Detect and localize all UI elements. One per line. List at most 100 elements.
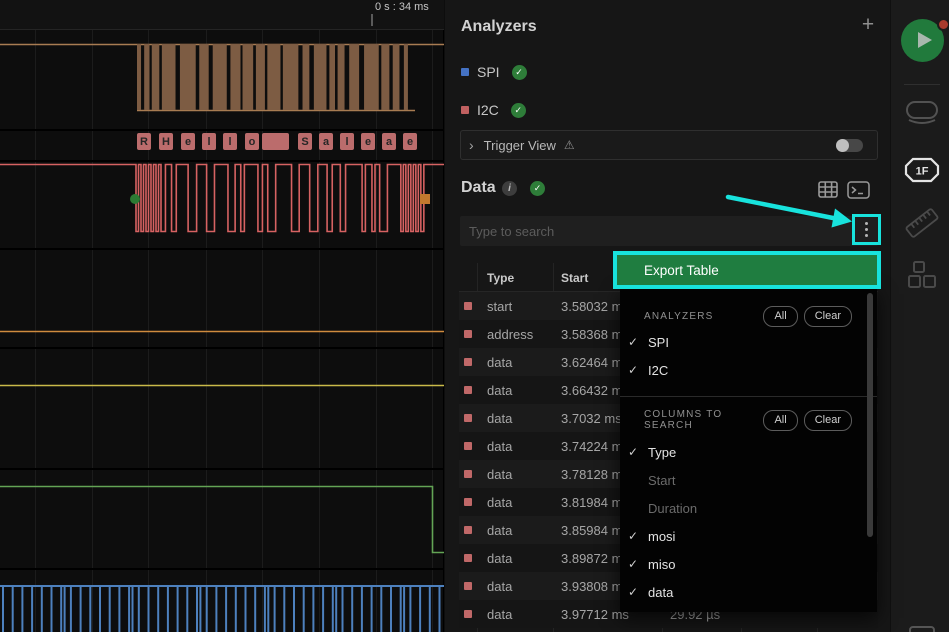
i2c-byte-label: a xyxy=(382,133,396,150)
feedback-chat-icon[interactable] xyxy=(902,618,942,632)
measure-ruler-icon[interactable] xyxy=(902,205,942,241)
data-section-title: Data xyxy=(461,179,496,197)
analyzers-clear-button[interactable]: Clear xyxy=(804,306,852,327)
i2c-frame-icon xyxy=(464,610,472,618)
analyzer-ok-check-icon: ✓ xyxy=(511,103,526,118)
column-header-type[interactable]: Type xyxy=(487,271,514,285)
i2c-frame-icon xyxy=(464,470,472,478)
record-badge xyxy=(937,18,949,31)
i2c-byte-label: a xyxy=(319,133,333,150)
i2c-frame-icon xyxy=(464,498,472,506)
i2c-byte-label: o xyxy=(245,133,259,150)
timeline-ruler[interactable]: 0 s : 34 ms xyxy=(0,0,444,30)
columns-clear-button[interactable]: Clear xyxy=(804,410,852,431)
cell-type: data xyxy=(487,383,512,398)
svg-text:1F: 1F xyxy=(916,166,929,178)
export-table-label: Export Table xyxy=(644,263,719,278)
analyzer-row[interactable]: I2C ✓ xyxy=(461,101,526,119)
cell-start: 3.85984 ms xyxy=(561,523,629,538)
trigger-view-panel[interactable]: › Trigger View ⚠ xyxy=(460,130,878,160)
check-icon: ✓ xyxy=(628,335,648,349)
i2c-byte-label: e xyxy=(181,133,195,150)
analyzer-row[interactable]: SPI ✓ xyxy=(461,63,527,81)
cell-type: data xyxy=(487,467,512,482)
menu-item-label: data xyxy=(648,585,673,600)
menu-item-column[interactable]: ✓ data xyxy=(620,578,877,606)
analyzer-color-swatch xyxy=(461,68,469,76)
cell-start: 3.78128 ms xyxy=(561,467,629,482)
columns-all-button[interactable]: All xyxy=(763,410,797,431)
analyzers-title: Analyzers xyxy=(461,18,537,36)
menu-item-column[interactable]: ✓ Start xyxy=(620,466,877,494)
menu-scrollbar[interactable] xyxy=(867,293,873,537)
play-icon xyxy=(918,32,932,48)
device-icon[interactable] xyxy=(902,95,942,131)
cell-type: data xyxy=(487,579,512,594)
cell-start: 3.58368 ms xyxy=(561,327,629,342)
cell-start: 3.58032 ms xyxy=(561,299,629,314)
chevron-right-icon[interactable]: › xyxy=(469,137,474,153)
check-icon: ✓ xyxy=(628,557,648,571)
table-grid-icon[interactable] xyxy=(818,181,838,203)
data-ok-check-icon: ✓ xyxy=(530,181,545,196)
i2c-byte-label: H xyxy=(159,133,173,150)
waveform-viewport[interactable]: 0 s : 34 ms RHelloSaleae xyxy=(0,0,444,632)
cell-type: data xyxy=(487,439,512,454)
frame-1f-icon[interactable]: 1F xyxy=(902,152,942,188)
menu-item-column[interactable]: ✓ mosi xyxy=(620,522,877,550)
cell-start: 3.66432 ms xyxy=(561,383,629,398)
menu-item-analyzer[interactable]: ✓ SPI xyxy=(620,328,877,356)
analyzer-name: I2C xyxy=(477,102,499,118)
check-icon: ✓ xyxy=(628,363,648,377)
i2c-byte-label xyxy=(262,133,289,150)
columns-filter-header: COLUMNS TO SEARCH All Clear xyxy=(620,406,877,434)
analyzer-start-marker xyxy=(130,194,140,204)
table-options-menu: ANALYZERS All Clear ✓ SPI ✓ I2C COLUMNS … xyxy=(620,288,877,612)
i2c-frame-icon xyxy=(464,386,472,394)
analyzers-all-button[interactable]: All xyxy=(763,306,797,327)
i2c-frame-icon xyxy=(464,302,472,310)
waveform-canvas xyxy=(0,0,444,632)
menu-item-column[interactable]: ✓ miso xyxy=(620,550,877,578)
cell-start: 3.62464 ms xyxy=(561,355,629,370)
cell-type: data xyxy=(487,495,512,510)
column-header-start[interactable]: Start xyxy=(561,271,588,285)
i2c-byte-label: e xyxy=(361,133,375,150)
export-table-button[interactable]: Export Table xyxy=(617,255,877,285)
info-icon[interactable]: i xyxy=(502,181,517,196)
start-capture-button[interactable] xyxy=(901,19,944,62)
trigger-view-label: Trigger View xyxy=(484,138,556,153)
logic-analyzer-app: 0 s : 34 ms RHelloSaleae Analyzers + SPI… xyxy=(0,0,949,632)
menu-item-column[interactable]: ✓ Duration xyxy=(620,494,877,522)
i2c-frame-icon xyxy=(464,358,472,366)
terminal-icon[interactable] xyxy=(847,181,870,204)
cell-start: 3.89872 ms xyxy=(561,551,629,566)
menu-item-label: SPI xyxy=(648,335,669,350)
search-input[interactable] xyxy=(460,216,878,246)
export-table-highlight: Export Table xyxy=(613,251,881,289)
add-analyzer-button[interactable]: + xyxy=(857,14,879,36)
menu-item-analyzer[interactable]: ✓ I2C xyxy=(620,356,877,384)
analyzer-color-swatch xyxy=(461,106,469,114)
menu-item-label: miso xyxy=(648,557,675,572)
table-options-kebab-button[interactable] xyxy=(852,214,881,245)
menu-item-label: Type xyxy=(648,445,676,460)
check-icon: ✓ xyxy=(628,529,648,543)
menu-item-label: Duration xyxy=(648,501,697,516)
extensions-blocks-icon[interactable] xyxy=(902,258,942,294)
trigger-view-toggle[interactable] xyxy=(836,139,863,152)
check-icon: ✓ xyxy=(628,445,648,459)
analyzer-ok-check-icon: ✓ xyxy=(512,65,527,80)
cell-type: data xyxy=(487,523,512,538)
i2c-byte-label: l xyxy=(340,133,354,150)
menu-item-column[interactable]: ✓ Type xyxy=(620,438,877,466)
i2c-byte-label: S xyxy=(298,133,312,150)
check-icon: ✓ xyxy=(628,585,648,599)
cell-type: data xyxy=(487,607,512,622)
cell-start: 3.74224 ms xyxy=(561,439,629,454)
i2c-frame-icon xyxy=(464,554,472,562)
warning-icon: ⚠ xyxy=(564,138,575,152)
columns-filter-label: COLUMNS TO SEARCH xyxy=(644,409,763,431)
cell-type: data xyxy=(487,411,512,426)
i2c-frame-icon xyxy=(464,582,472,590)
